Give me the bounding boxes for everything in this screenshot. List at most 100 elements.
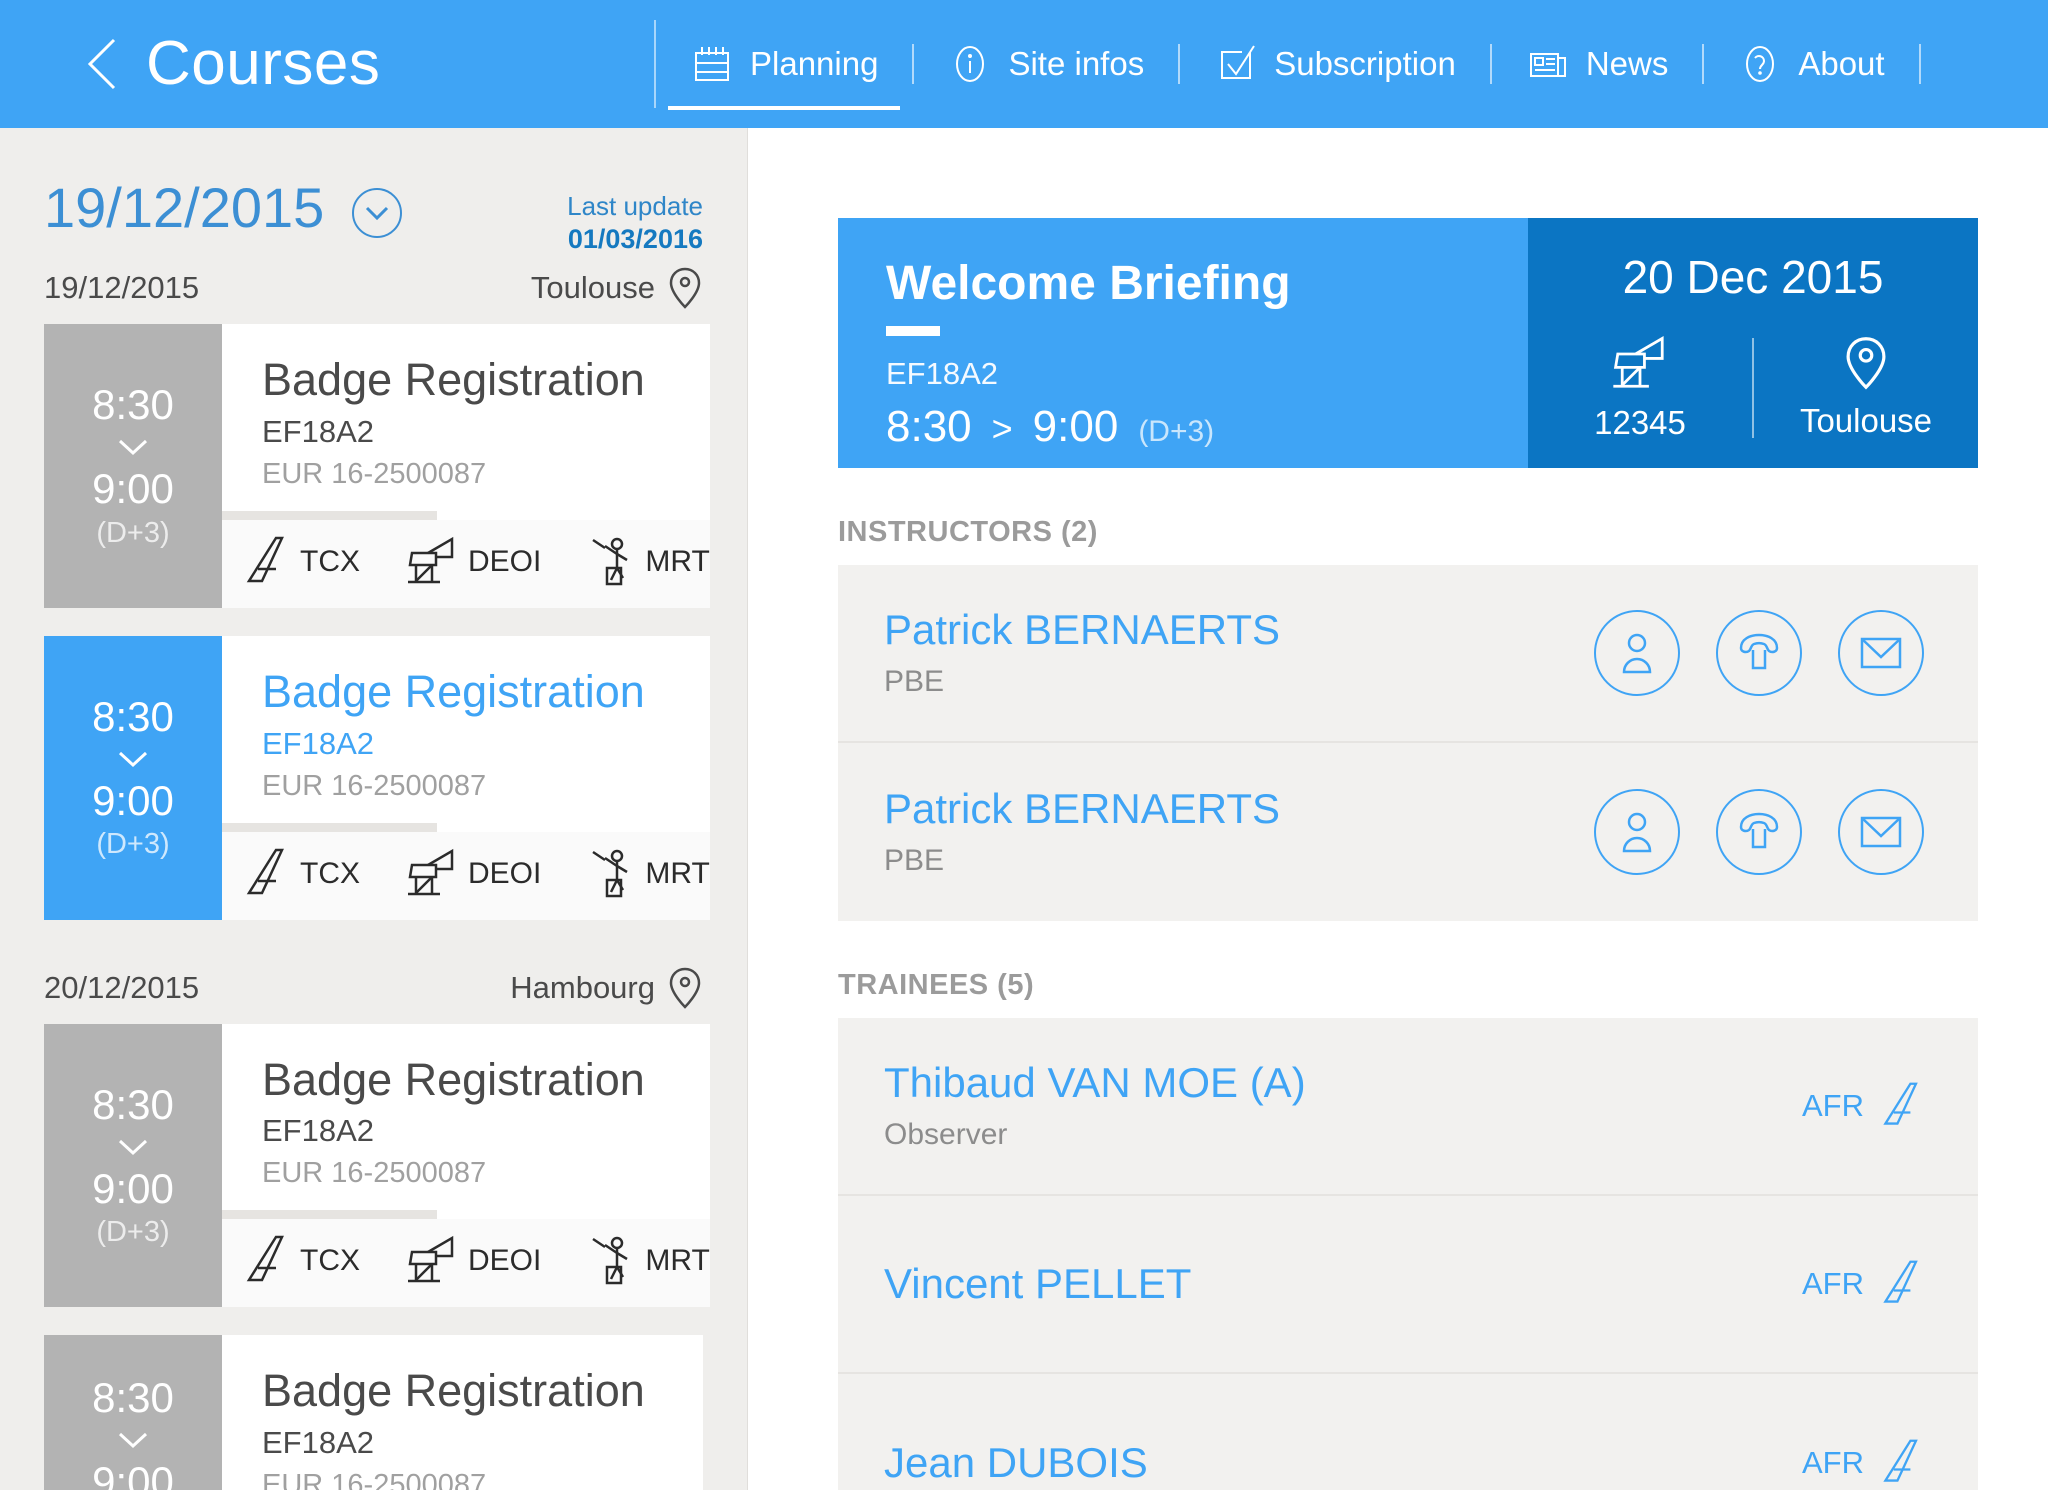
course-tag: TCX	[246, 535, 360, 589]
email-button[interactable]	[1838, 610, 1924, 696]
checkbox-icon	[1221, 45, 1256, 79]
course-card[interactable]: 8:30 9:00 Badge Registration EF18A2 EUR …	[44, 1335, 703, 1490]
seat-icon	[1613, 336, 1664, 388]
nav-item-label: News	[1585, 45, 1669, 82]
course-reference: EUR 16-2500087	[262, 457, 487, 490]
course-tag: DEOI	[406, 847, 541, 901]
day-date: 20/12/2015	[44, 969, 200, 1005]
nav-item-planning[interactable]: Planning	[656, 0, 912, 128]
course-code: EF18A2	[262, 1113, 375, 1149]
info-circle-icon	[956, 46, 985, 82]
last-update-label: Last update	[567, 191, 703, 221]
course-tag: DEOI	[406, 1234, 541, 1288]
course-tag-label: DEOI	[468, 1244, 542, 1278]
course-end-time: 9:00	[92, 1164, 174, 1212]
nav-item-about[interactable]: About	[1704, 0, 1918, 128]
instructor-name[interactable]: Patrick BERNAERTS	[884, 785, 1594, 832]
detail-times: 8:30 > 9:00 (D+3)	[886, 402, 1528, 452]
envelope-icon	[1860, 816, 1902, 848]
detail-header-right: 20 Dec 2015 12345 Toulouse	[1528, 218, 1978, 468]
instructor-name[interactable]: Patrick BERNAERTS	[884, 606, 1594, 653]
course-card[interactable]: 8:30 9:00 (D+3) Badge Registration EF18A…	[44, 1023, 710, 1308]
last-update: Last update 01/03/2016	[567, 158, 703, 256]
course-tag-label: TCX	[300, 856, 360, 890]
course-tag: MRT	[587, 534, 710, 590]
course-end-time: 9:00	[92, 465, 174, 513]
page-title: Courses	[146, 29, 381, 98]
course-title: Badge Registration	[262, 1053, 645, 1105]
instructor-icon	[592, 1237, 629, 1285]
chevron-left-icon	[87, 38, 116, 90]
course-time-block: 8:30 9:00 (D+3)	[44, 1023, 222, 1308]
course-progress-bar	[222, 510, 710, 520]
trainee-info: Thibaud VAN MOE (A) Observer	[884, 1059, 1802, 1152]
seat-icon	[408, 536, 454, 583]
course-end-time: 9:00	[92, 1458, 174, 1490]
call-button[interactable]	[1716, 789, 1802, 875]
course-time-block: 8:30 9:00 (D+3)	[44, 635, 222, 920]
course-card-selected[interactable]: 8:30 9:00 (D+3) Badge Registration EF18A…	[44, 635, 710, 920]
day-header: 20/12/2015 Hambourg	[44, 948, 703, 1024]
nav-item-site-infos[interactable]: Site infos	[914, 0, 1178, 128]
detail-location-value: Toulouse	[1799, 402, 1933, 439]
trainee-name[interactable]: Thibaud VAN MOE (A)	[884, 1059, 1802, 1106]
trainees-list: Thibaud VAN MOE (A) Observer AFR Vincent…	[838, 1018, 1978, 1490]
back-button[interactable]: Courses	[0, 0, 654, 128]
nav-item-label: Site infos	[1008, 45, 1145, 82]
day-location: Hambourg	[510, 966, 703, 1010]
trainee-airline: AFR	[1802, 1081, 1924, 1131]
course-reference: EUR 16-2500087	[262, 1469, 487, 1490]
day-group: 19/12/2015 Toulouse 8:30 9:00 (D+3) Badg…	[0, 248, 747, 920]
phone-icon	[1739, 812, 1779, 849]
email-button[interactable]	[1838, 789, 1924, 875]
view-profile-button[interactable]	[1594, 789, 1680, 875]
trainee-info: Vincent PELLET	[884, 1260, 1802, 1307]
day-group: 20/12/2015 Hambourg 8:30 9:00 (D+3) Badg…	[0, 948, 747, 1490]
chevron-down-icon	[118, 752, 148, 768]
trainee-name[interactable]: Vincent PELLET	[884, 1260, 1802, 1307]
trainee-row[interactable]: Vincent PELLET AFR	[838, 1196, 1978, 1374]
course-card-main: Badge Registration EF18A2 EUR 16-2500087	[222, 1024, 710, 1211]
course-progress-fill	[222, 1210, 437, 1220]
tail-fin-icon	[1883, 1082, 1918, 1125]
course-card-body: Badge Registration EF18A2 EUR 16-2500087	[222, 1335, 703, 1490]
instructor-row[interactable]: Patrick BERNAERTS PBE	[838, 743, 1978, 921]
instructor-row[interactable]: Patrick BERNAERTS PBE	[838, 565, 1978, 743]
airline-code: AFR	[1802, 1266, 1864, 1301]
trainees-section-label: TRAINEES (5)	[838, 969, 1035, 1001]
trainee-row[interactable]: Thibaud VAN MOE (A) Observer AFR	[838, 1018, 1978, 1196]
instructor-icon	[592, 849, 629, 897]
course-day-offset: (D+3)	[96, 1216, 170, 1249]
tail-fin-icon	[246, 536, 284, 582]
course-card-body: Badge Registration EF18A2 EUR 16-2500087	[222, 635, 710, 920]
course-tag-label: TCX	[300, 1244, 360, 1278]
instructors-list: Patrick BERNAERTS PBE Patrick BERNAERTS …	[838, 565, 1978, 921]
content-area: 19/12/2015 Last update 01/03/2016 19/12/…	[0, 128, 2048, 1490]
course-tag-label: MRT	[645, 856, 710, 890]
airline-code: AFR	[1802, 1445, 1864, 1480]
chevron-down-icon	[366, 206, 389, 221]
course-tags: TCX DEOI MRT	[222, 831, 710, 920]
time-arrow-icon: >	[991, 408, 1013, 450]
chevron-down-icon	[118, 440, 148, 456]
nav-separator	[1918, 44, 1921, 84]
nav-item-news[interactable]: News	[1492, 0, 1703, 128]
selected-date[interactable]: 19/12/2015	[44, 158, 324, 236]
course-tag-label: DEOI	[468, 856, 542, 890]
person-icon	[1622, 812, 1652, 853]
top-bar: Courses Planning Site infos Subscription…	[0, 0, 2048, 128]
date-picker-button[interactable]	[352, 188, 403, 238]
course-tag-label: DEOI	[468, 544, 542, 578]
course-list-sidebar: 19/12/2015 Last update 01/03/2016 19/12/…	[0, 128, 748, 1490]
detail-end-time: 9:00	[1032, 402, 1119, 452]
course-start-time: 8:30	[92, 1080, 174, 1128]
trainee-info: Jean DUBOIS	[884, 1439, 1802, 1486]
course-card[interactable]: 8:30 9:00 (D+3) Badge Registration EF18A…	[44, 324, 710, 608]
trainee-name[interactable]: Jean DUBOIS	[884, 1439, 1802, 1486]
view-profile-button[interactable]	[1594, 610, 1680, 696]
trainee-row[interactable]: Jean DUBOIS AFR	[838, 1374, 1978, 1490]
nav-item-subscription[interactable]: Subscription	[1180, 0, 1490, 128]
course-title: Badge Registration	[262, 354, 645, 405]
day-location: Toulouse	[531, 266, 703, 310]
call-button[interactable]	[1716, 610, 1802, 696]
